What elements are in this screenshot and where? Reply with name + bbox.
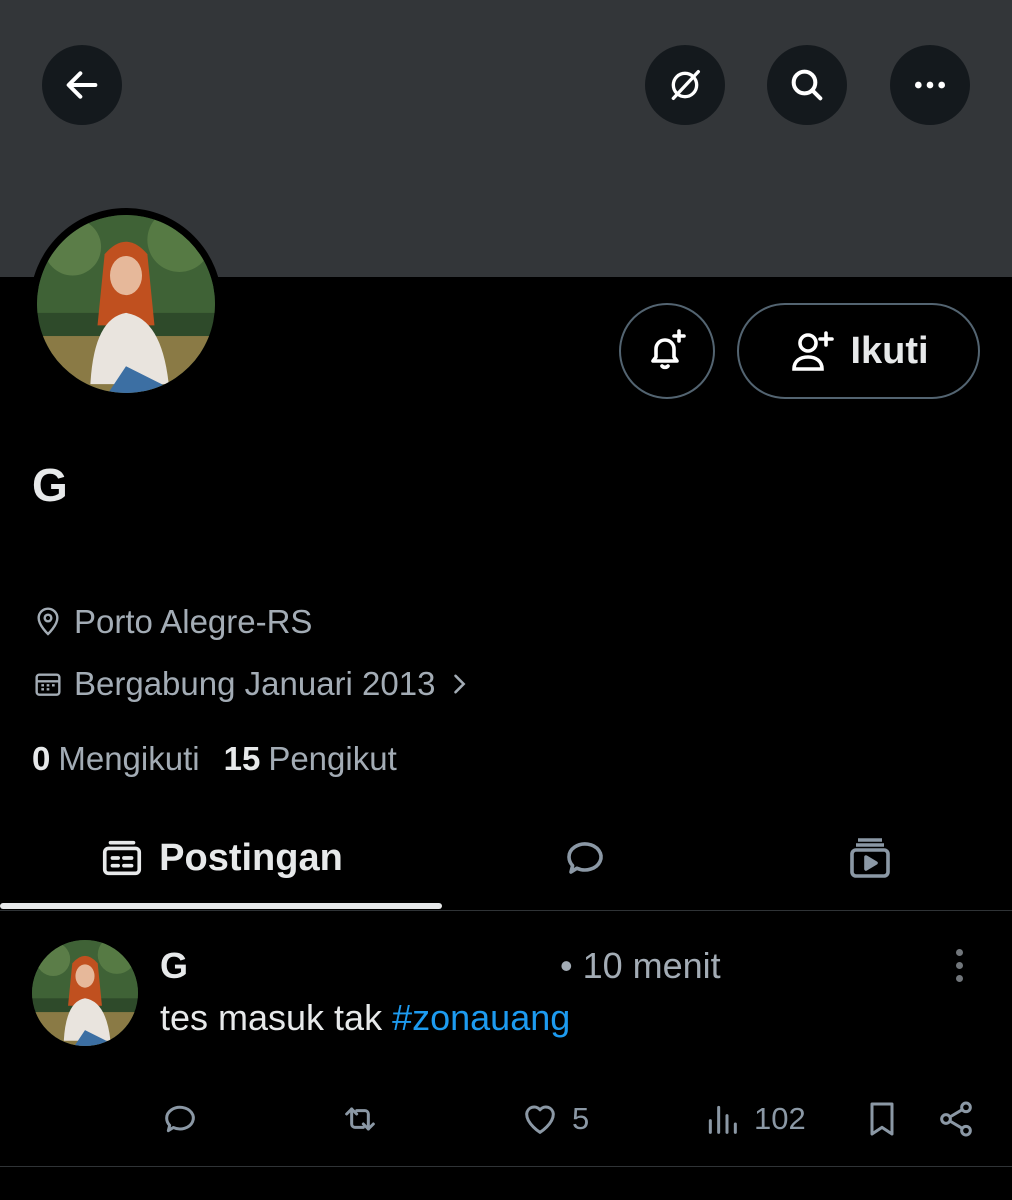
reply-icon: [165, 1105, 195, 1133]
post-avatar[interactable]: [32, 940, 138, 1046]
followers-count: 15: [223, 740, 261, 777]
more-horizontal-icon: [915, 81, 945, 89]
divider: [0, 1166, 1012, 1167]
post-time[interactable]: • 10 menit: [560, 945, 721, 987]
search-icon: [791, 69, 823, 101]
following-link[interactable]: 0 Mengikuti: [32, 740, 200, 778]
followers-link[interactable]: 15 Pengikut: [224, 740, 397, 778]
bookmark-icon: [870, 1102, 894, 1136]
arrow-left-icon: [66, 71, 98, 99]
like-count: 5: [572, 1101, 590, 1136]
grok-button[interactable]: [645, 45, 725, 125]
tab-posts-label: Postingan: [159, 836, 343, 879]
views-button[interactable]: 102: [702, 1096, 806, 1142]
like-button[interactable]: 5: [520, 1096, 589, 1142]
tab-posts[interactable]: Postingan: [0, 808, 442, 908]
post-text: tes masuk tak #zonauang: [160, 997, 570, 1039]
followers-label: Pengikut: [268, 740, 397, 777]
reply-button[interactable]: [160, 1096, 200, 1142]
grok-icon: [671, 70, 700, 101]
location-pin-icon: [37, 607, 59, 636]
media-icon: [849, 838, 890, 878]
repost-button[interactable]: [340, 1096, 380, 1142]
views-count: 102: [754, 1101, 806, 1136]
joined-row[interactable]: Bergabung Januari 2013: [32, 665, 473, 703]
hashtag-link[interactable]: #zonauang: [392, 997, 570, 1038]
calendar-icon: [35, 673, 61, 696]
tab-replies[interactable]: [442, 808, 727, 908]
follow-label: Ikuti: [850, 329, 929, 372]
post-body: tes masuk tak: [160, 997, 393, 1038]
share-icon: [940, 1101, 972, 1137]
back-button[interactable]: [42, 45, 122, 125]
search-button[interactable]: [767, 45, 847, 125]
active-tab-indicator: [0, 903, 442, 909]
follow-counts: 0 Mengikuti 15 Pengikut: [32, 740, 397, 778]
joined-text: Bergabung Januari 2013: [74, 665, 436, 702]
more-button[interactable]: [890, 45, 970, 125]
post-author[interactable]: G: [160, 945, 188, 987]
reply-icon: [566, 842, 603, 874]
avatar-photo: [32, 940, 138, 1046]
bell-plus-icon: [651, 329, 686, 370]
avatar-photo: [37, 215, 215, 393]
more-vertical-icon: [955, 948, 963, 956]
following-count: 0: [32, 740, 51, 777]
heart-icon: [525, 1105, 555, 1134]
views-icon: [708, 1105, 737, 1134]
profile-avatar[interactable]: [30, 208, 222, 400]
bookmark-button[interactable]: [862, 1096, 902, 1142]
post-more-button[interactable]: [942, 945, 976, 985]
share-button[interactable]: [936, 1096, 976, 1142]
repost-icon: [345, 1107, 375, 1131]
location-text: Porto Alegre-RS: [74, 603, 313, 640]
posts-icon: [103, 840, 142, 876]
chevron-right-icon: [454, 674, 466, 694]
profile-tabs: Postingan: [0, 808, 1012, 911]
location-row: Porto Alegre-RS: [32, 603, 312, 641]
notify-button[interactable]: [619, 303, 715, 399]
person-plus-icon: [792, 331, 835, 371]
tab-media[interactable]: [727, 808, 1012, 908]
follow-button[interactable]: Ikuti: [737, 303, 980, 399]
display-name: G: [32, 459, 68, 511]
following-label: Mengikuti: [58, 740, 200, 777]
